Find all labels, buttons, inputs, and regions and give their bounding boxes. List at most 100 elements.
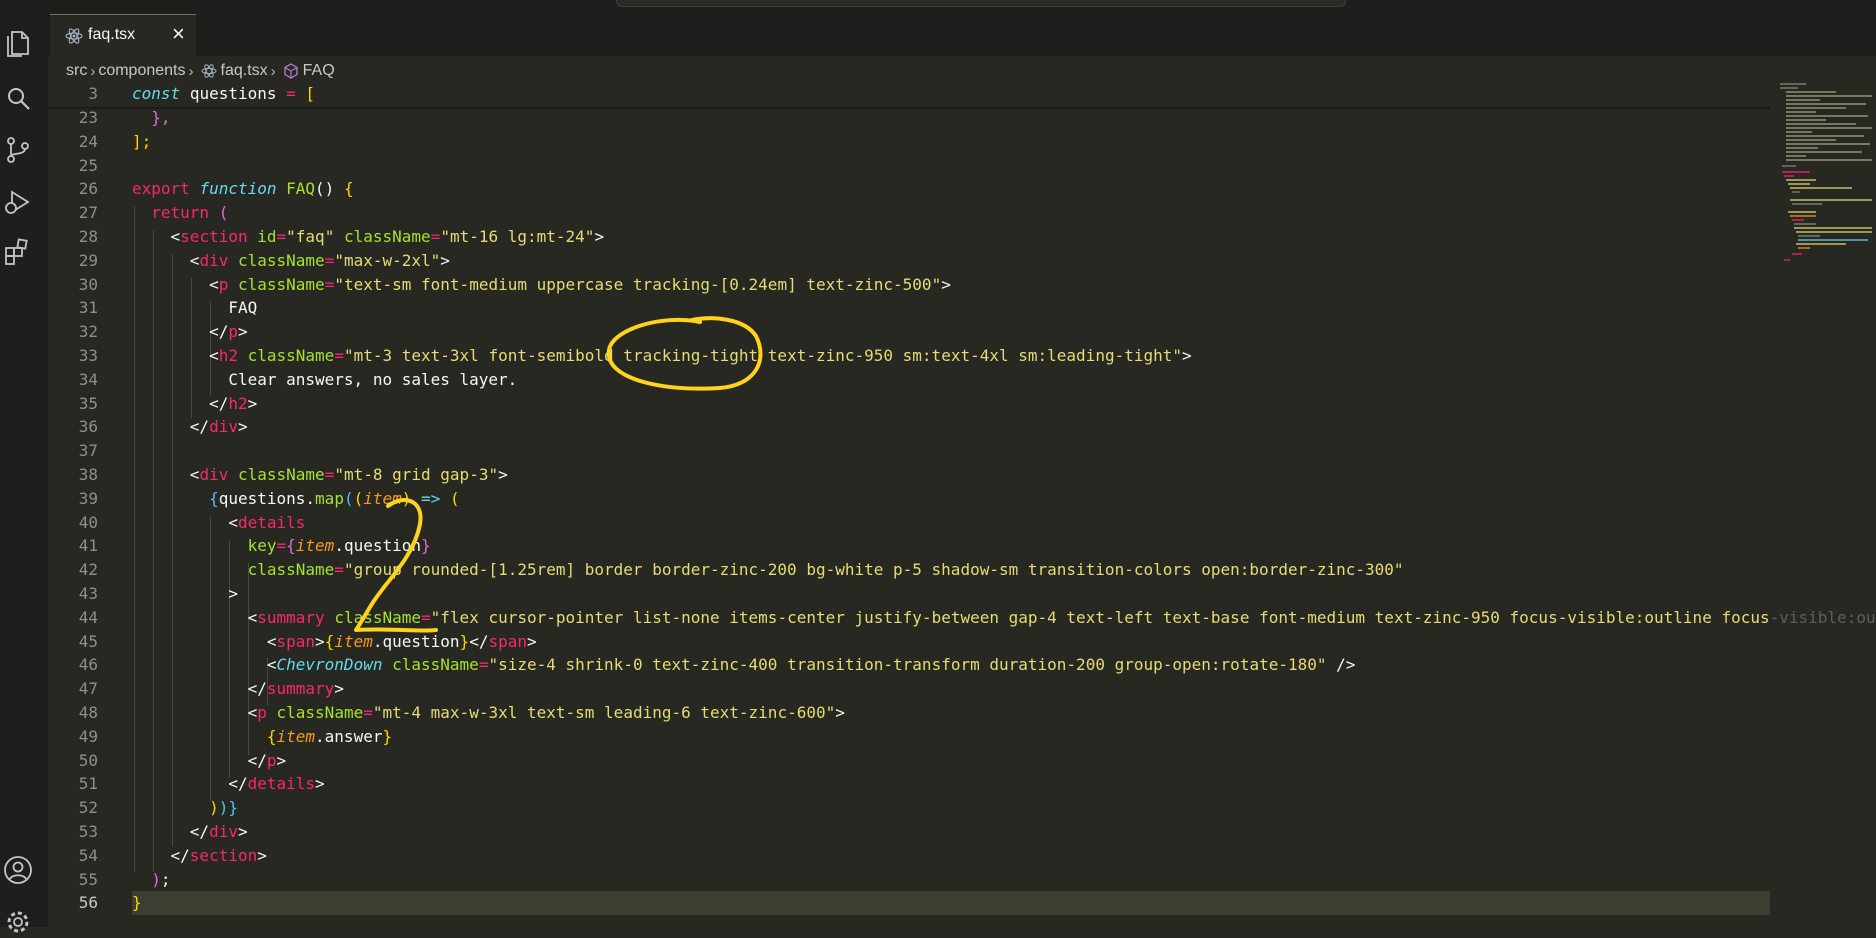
code-line-56[interactable]: } [132, 893, 142, 912]
code-line-55[interactable]: ); [132, 869, 170, 889]
code-token: > [237, 322, 248, 342]
code-token: > [941, 274, 951, 294]
run-debug-icon[interactable] [2, 186, 34, 218]
code-line-38[interactable]: <div className="mt-8 grid gap-3"> [132, 465, 508, 484]
line-number: 25 [78, 155, 98, 175]
line-number: 43 [78, 584, 98, 603]
close-icon[interactable]: × [172, 23, 185, 45]
line-number: 27 [78, 203, 98, 223]
code-line-52[interactable]: ))} [132, 798, 238, 817]
code-token: "mt-4 max-w-3xl text-sm leading-6 text-z… [372, 703, 836, 722]
code-token: = [334, 560, 344, 580]
code-token: span [488, 631, 527, 651]
code-line-44[interactable]: <summary className="flex cursor-pointer … [132, 608, 1876, 627]
code-token: "faq" [286, 227, 335, 246]
code-token: .question [334, 536, 422, 556]
code-token: ) [209, 798, 219, 818]
code-token: > [237, 417, 248, 437]
code-line-41[interactable]: key={item.question} [132, 536, 431, 555]
command-center[interactable] [616, 0, 1346, 7]
line-number: 36 [78, 417, 98, 437]
chevron-right-icon: › [270, 62, 276, 80]
code-token: className [237, 250, 325, 270]
code-line-36[interactable]: </div> [132, 417, 248, 436]
code-line-54[interactable]: </section> [132, 846, 267, 865]
source-control-icon[interactable] [2, 134, 34, 166]
code-token: > [315, 774, 325, 794]
code-line-50[interactable]: </p> [132, 751, 287, 770]
code-line-30[interactable]: <p className="text-sm font-medium upperc… [132, 275, 951, 294]
code-token: div [209, 822, 238, 841]
current-line-highlight [132, 891, 1770, 915]
code-token: </ [132, 822, 210, 841]
code-line-48[interactable]: <p className="mt-4 max-w-3xl text-sm lea… [132, 703, 845, 722]
breadcrumb-file[interactable]: faq.tsx [221, 62, 268, 80]
code-token: className [334, 607, 422, 627]
code-line-43[interactable]: > [132, 584, 238, 603]
code-token: p [257, 703, 267, 722]
code-line-34[interactable]: Clear answers, no sales layer. [132, 370, 517, 389]
code-token: > [257, 845, 267, 865]
line-number: 53 [78, 822, 98, 841]
tab-faq-tsx[interactable]: faq.tsx × [50, 14, 196, 56]
extensions-icon[interactable] [2, 236, 34, 268]
code-line-49[interactable]: {item.answer} [132, 727, 392, 746]
code-line-42[interactable]: className="group rounded-[1.25rem] borde… [132, 560, 1404, 579]
code-token: className [237, 465, 325, 484]
code-token: details [237, 512, 306, 532]
explorer-icon[interactable] [2, 28, 34, 60]
code-line-39[interactable]: {questions.map((item) => ( [132, 489, 460, 508]
code-line-47[interactable]: </summary> [132, 679, 344, 698]
code-line-53[interactable]: </div> [132, 822, 248, 841]
code-token: div [199, 465, 229, 484]
code-token: = [363, 703, 373, 722]
minimap[interactable] [1776, 82, 1876, 262]
code-token: { [266, 726, 277, 746]
code-token: ) [151, 869, 161, 889]
code-token: } [382, 726, 393, 746]
code-line-27[interactable]: return ( [132, 203, 228, 222]
line-number: 39 [78, 488, 98, 508]
code-token: </ [132, 417, 210, 437]
code-line-29[interactable]: <div className="max-w-2xl"> [132, 251, 450, 270]
code-token: < [132, 631, 277, 651]
breadcrumb: src › components › faq.tsx › FAQ [66, 60, 335, 82]
breadcrumb-components[interactable]: components [98, 62, 185, 80]
code-line-45[interactable]: <span>{item.question}</span> [132, 632, 537, 651]
code-line-26[interactable]: export function FAQ() { [132, 179, 354, 198]
code-token: section [189, 845, 258, 865]
code-token: > [835, 703, 845, 722]
code-token: < [132, 607, 258, 627]
breadcrumb-symbol[interactable]: FAQ [303, 62, 335, 80]
code-line-35[interactable]: </h2> [132, 394, 257, 413]
code-line-51[interactable]: </details> [132, 774, 325, 794]
code-line-31[interactable]: FAQ [132, 298, 257, 317]
code-token: > [1182, 346, 1192, 365]
code-line-40[interactable]: <details [132, 513, 305, 532]
breadcrumb-src[interactable]: src [66, 62, 87, 80]
search-icon[interactable] [2, 84, 34, 116]
code-line-46[interactable]: <ChevronDown className="size-4 shrink-0 … [132, 655, 1356, 675]
code-line-32[interactable]: </p> [132, 322, 248, 341]
account-icon[interactable] [2, 854, 34, 886]
code-line-24[interactable]: ]; [132, 132, 151, 151]
code-token: . [305, 488, 316, 508]
code-line-28[interactable]: <section id="faq" className="mt-16 lg:mt… [132, 227, 605, 246]
line-number: 42 [78, 560, 98, 580]
settings-icon[interactable] [2, 906, 34, 938]
code-token: "mt-3 text-3xl font-semibold tracking-ti… [343, 346, 1183, 365]
code-token: ) [218, 798, 229, 818]
code-token: = [430, 227, 441, 246]
code-token: "size-4 shrink-0 text-zinc-400 transitio… [488, 655, 1327, 675]
line-number: 28 [78, 227, 98, 246]
code-line-33[interactable]: <h2 className="mt-3 text-3xl font-semibo… [132, 346, 1192, 365]
line-number: 34 [78, 369, 98, 389]
code-line-3[interactable]: const questions = [ [132, 84, 315, 103]
code-line-23[interactable]: }, [132, 108, 170, 127]
code-token: return [151, 203, 210, 223]
